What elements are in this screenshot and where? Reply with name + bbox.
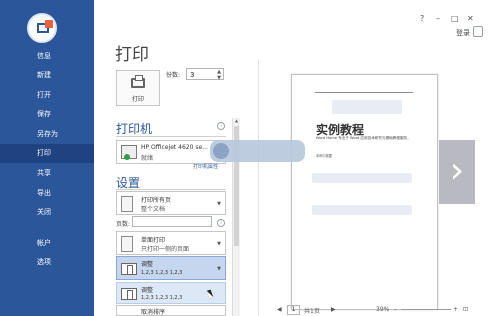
restore-button[interactable]: □ (451, 14, 459, 23)
nav-save-as[interactable]: 另存为 (0, 125, 94, 144)
next-page-icon[interactable]: ▶ (331, 306, 336, 313)
printer-properties-link[interactable]: 打印机属性 (193, 163, 218, 170)
divider (116, 136, 226, 137)
zoom-level: 39% (376, 306, 390, 313)
chevron-down-icon: ▼ (217, 241, 221, 247)
prev-page-icon[interactable]: ◀ (277, 306, 282, 313)
chevron-right-icon[interactable]: › (439, 140, 475, 204)
collate-option-sequence: 1,2,3 1,2,3 1,2,3 (141, 295, 183, 301)
minimize-button[interactable]: – (436, 14, 440, 23)
sides-dropdown[interactable]: 单面打印 只打印一侧的页面 ▼ (116, 231, 226, 255)
info-icon[interactable]: i (217, 122, 225, 130)
nav-print[interactable]: 打印 (0, 144, 94, 163)
sides-title: 单面打印 (141, 237, 166, 244)
chevron-down-icon: ▼ (217, 201, 221, 207)
nav-save[interactable]: 保存 (0, 105, 94, 124)
sides-subtitle: 只打印一侧的页面 (141, 246, 190, 253)
zoom-slider[interactable] (401, 309, 451, 310)
zoom-plus-icon[interactable]: + (453, 306, 458, 313)
panel-divider (258, 60, 259, 316)
ready-status-icon (124, 154, 130, 160)
print-range-title: 打印所有页 (141, 197, 172, 204)
nav-open[interactable]: 打开 (0, 86, 94, 105)
nav-export[interactable]: 导出 (0, 184, 94, 203)
printer-icon (131, 75, 145, 88)
print-button[interactable]: 打印 (116, 70, 160, 106)
fit-page-icon[interactable]: ⊡ (463, 306, 468, 313)
print-range-dropdown[interactable]: 打印所有页 整个文档 ▼ (116, 191, 226, 215)
nav-info[interactable]: 信息 (0, 47, 94, 66)
nav-account[interactable]: 帐户 (0, 234, 94, 253)
user-avatar-icon[interactable] (473, 26, 483, 37)
nav-close[interactable]: 关闭 (0, 203, 94, 222)
preview-small-text: 本例中需要 (316, 154, 332, 158)
zoom-minus-icon[interactable]: – (394, 306, 397, 313)
print-preview-page: 实例教程 Word Home 专业于 Word 应用技术研究与基础教程服务。 本… (291, 74, 446, 310)
backstage-sidebar: 信息 新建 打开 保存 另存为 打印 共享 导出 关闭 帐户 选项 (0, 0, 94, 316)
info-icon[interactable]: i (217, 219, 225, 227)
login-link[interactable]: 登录 (456, 28, 470, 38)
divider (116, 189, 226, 190)
copies-value: 3 (190, 71, 195, 79)
copies-input[interactable]: 3 ▲ ▼ (186, 68, 224, 81)
copies-label: 份数: (166, 72, 181, 79)
close-button[interactable]: ✕ (467, 14, 474, 23)
scroll-up-icon[interactable]: ▲ (233, 118, 240, 124)
printer-heading: 打印机 (116, 122, 153, 136)
back-arrow-icon[interactable] (27, 13, 57, 43)
collate-sequence: 1,2,3 1,2,3 1,2,3 (141, 270, 183, 276)
watermark-logo-icon (213, 143, 229, 159)
collate-option-title: 取消排序 (141, 309, 166, 316)
copies-spinner-icon[interactable]: ▲ ▼ (217, 69, 221, 81)
collate-icon (121, 288, 137, 300)
page-total: 共1页 (304, 308, 320, 315)
page-title: 打印 (115, 45, 149, 65)
nav-options[interactable]: 选项 (0, 253, 94, 272)
page-number-input[interactable]: 1 (287, 305, 300, 315)
printer-status: 就绪 (141, 155, 154, 162)
single-sided-icon (121, 236, 133, 252)
collate-option-uncollated[interactable]: 取消排序 (116, 305, 226, 316)
chevron-down-icon: ▼ (217, 266, 221, 272)
pages-input[interactable] (132, 216, 212, 227)
print-button-label: 打印 (131, 96, 144, 103)
collate-icon (121, 263, 137, 275)
page-range-icon (121, 196, 133, 212)
preview-body: Word Home 专业于 Word 应用技术研究与基础教程服务。 (316, 136, 411, 140)
printer-device-icon (121, 145, 137, 160)
printer-name: HP Officejet 4620 se... (141, 144, 208, 151)
print-range-subtitle: 整个文档 (141, 206, 166, 213)
collate-dropdown[interactable]: 调整 1,2,3 1,2,3 1,2,3 ▼ (116, 256, 226, 280)
pages-label: 页数: (116, 221, 131, 228)
nav-new[interactable]: 新建 (0, 66, 94, 85)
nav-share[interactable]: 共享 (0, 164, 94, 183)
collate-option-title: 调整 (141, 287, 154, 294)
help-button[interactable]: ? (420, 14, 424, 23)
collate-title: 调整 (141, 261, 154, 268)
